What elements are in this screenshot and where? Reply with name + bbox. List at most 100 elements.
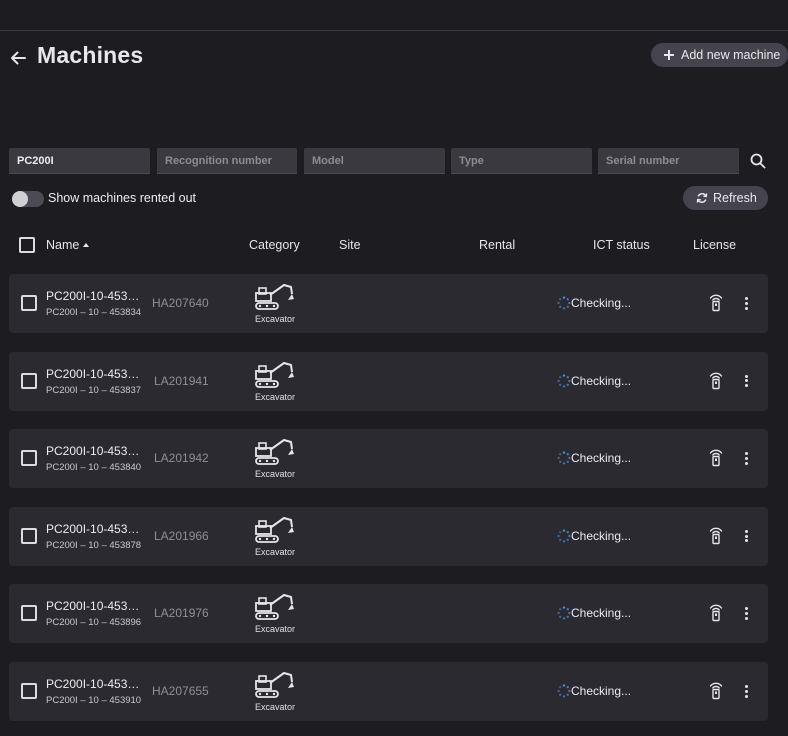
loading-spinner-icon [557, 451, 571, 465]
row-checkbox[interactable] [21, 372, 37, 389]
category-label: Excavator [254, 624, 296, 635]
name-filter-input[interactable] [9, 148, 150, 174]
machine-row[interactable]: PC200I-10-453840 PC200I – 10 – 453840 LA… [9, 429, 768, 489]
license-button[interactable] [708, 525, 724, 545]
excavator-icon [255, 594, 294, 621]
loading-spinner-icon [557, 296, 571, 310]
rented-out-toggle[interactable] [12, 191, 44, 207]
recognition-number: LA201966 [154, 528, 209, 543]
select-all-checkbox[interactable] [19, 237, 35, 253]
category-label: Excavator [254, 469, 296, 480]
machine-name: PC200I-10-453910 [46, 677, 142, 691]
machine-model-serial: PC200I – 10 – 453834 [46, 307, 142, 318]
top-divider [0, 30, 788, 31]
add-machine-button[interactable]: Add new machine [651, 43, 788, 67]
ict-status-text: Checking... [571, 451, 632, 466]
category-cell: Excavator [253, 670, 297, 714]
machine-name: PC200I-10-453834 [46, 289, 142, 303]
machine-model-serial: PC200I – 10 – 453910 [46, 695, 142, 706]
rented-out-toggle-label: Show machines rented out [48, 191, 197, 205]
category-cell: Excavator [253, 282, 297, 326]
ict-status-text: Checking... [571, 606, 632, 621]
add-machine-label: Add new machine [681, 48, 781, 62]
machine-row[interactable]: PC200I-10-453837 PC200I – 10 – 453837 LA… [9, 351, 768, 411]
license-button[interactable] [708, 292, 724, 312]
row-checkbox[interactable] [21, 683, 37, 699]
ict-status: Checking... [557, 373, 631, 389]
machine-name: PC200I-10-453896 [46, 599, 142, 614]
category-cell: Excavator [253, 515, 297, 559]
recognition-number-filter-input[interactable] [157, 148, 297, 174]
back-button[interactable] [8, 48, 28, 68]
license-signal-icon [709, 449, 723, 467]
more-options-button[interactable] [741, 529, 751, 543]
machine-row[interactable]: PC200I-10-453910 PC200I – 10 – 453910 HA… [9, 662, 768, 721]
more-options-button[interactable] [741, 374, 751, 388]
ict-status-text: Checking... [571, 684, 632, 698]
machine-name: PC200I-10-453878 [46, 521, 142, 536]
plus-icon [663, 49, 675, 61]
serial-number-filter-input[interactable] [598, 148, 739, 174]
recognition-number: LA201942 [154, 451, 209, 466]
category-label: Excavator [254, 391, 296, 402]
license-button[interactable] [708, 602, 724, 622]
more-options-button[interactable] [741, 684, 751, 698]
row-checkbox[interactable] [21, 295, 37, 311]
model-filter-input[interactable] [304, 148, 445, 174]
excavator-icon [255, 439, 294, 466]
loading-spinner-icon [557, 529, 571, 543]
search-icon [750, 153, 766, 169]
license-signal-icon [709, 372, 723, 389]
machine-model-serial: PC200I – 10 – 453896 [46, 617, 142, 629]
more-vertical-icon [741, 296, 751, 310]
more-options-button[interactable] [741, 296, 751, 310]
recognition-number: HA207655 [152, 684, 209, 698]
machine-row[interactable]: PC200I-10-453878 PC200I – 10 – 453878 LA… [9, 506, 768, 566]
recognition-number: LA201976 [154, 606, 209, 621]
machine-model-serial: PC200I – 10 – 453878 [46, 539, 142, 551]
row-checkbox[interactable] [21, 605, 37, 622]
loading-spinner-icon [557, 606, 571, 620]
machine-row[interactable]: PC200I-10-453896 PC200I – 10 – 453896 LA… [9, 584, 768, 644]
search-button[interactable] [749, 152, 767, 170]
column-name[interactable]: Name [46, 238, 90, 252]
more-vertical-icon [741, 529, 751, 543]
refresh-icon [696, 193, 708, 203]
rented-out-toggle-row: Show machines rented out [12, 189, 312, 209]
category-cell: Excavator [253, 360, 297, 404]
machine-model-serial: PC200I – 10 – 453837 [46, 384, 142, 396]
excavator-icon [255, 284, 294, 310]
more-vertical-icon [741, 451, 751, 465]
excavator-icon [255, 672, 294, 698]
refresh-label: Refresh [713, 191, 757, 205]
column-site: Site [339, 238, 361, 252]
refresh-button[interactable]: Refresh [683, 186, 768, 210]
machine-name: PC200I-10-453840 [46, 444, 142, 459]
license-button[interactable] [708, 680, 724, 700]
category-cell: Excavator [253, 592, 297, 636]
license-signal-icon [709, 605, 723, 622]
license-button[interactable] [708, 447, 724, 467]
column-ict-status: ICT status [593, 238, 650, 252]
row-checkbox[interactable] [21, 527, 37, 544]
category-cell: Excavator [253, 437, 297, 481]
ict-status-text: Checking... [571, 296, 632, 310]
excavator-icon [255, 516, 294, 543]
recognition-number: HA207640 [152, 296, 209, 310]
license-button[interactable] [708, 370, 724, 390]
type-filter-input[interactable] [451, 148, 592, 174]
column-rental: Rental [479, 238, 516, 252]
machine-row[interactable]: PC200I-10-453834 PC200I – 10 – 453834 HA… [9, 274, 768, 333]
more-vertical-icon [741, 684, 751, 698]
more-options-button[interactable] [741, 606, 751, 620]
row-checkbox[interactable] [21, 450, 37, 467]
ict-status: Checking... [557, 683, 631, 699]
column-name-label: Name [46, 238, 80, 252]
category-label: Excavator [254, 702, 296, 712]
machine-model-serial: PC200I – 10 – 453840 [46, 462, 142, 474]
loading-spinner-icon [557, 373, 571, 388]
more-options-button[interactable] [741, 451, 751, 465]
loading-spinner-icon [557, 684, 571, 698]
arrow-left-icon [11, 51, 26, 65]
ict-status: Checking... [557, 450, 631, 466]
